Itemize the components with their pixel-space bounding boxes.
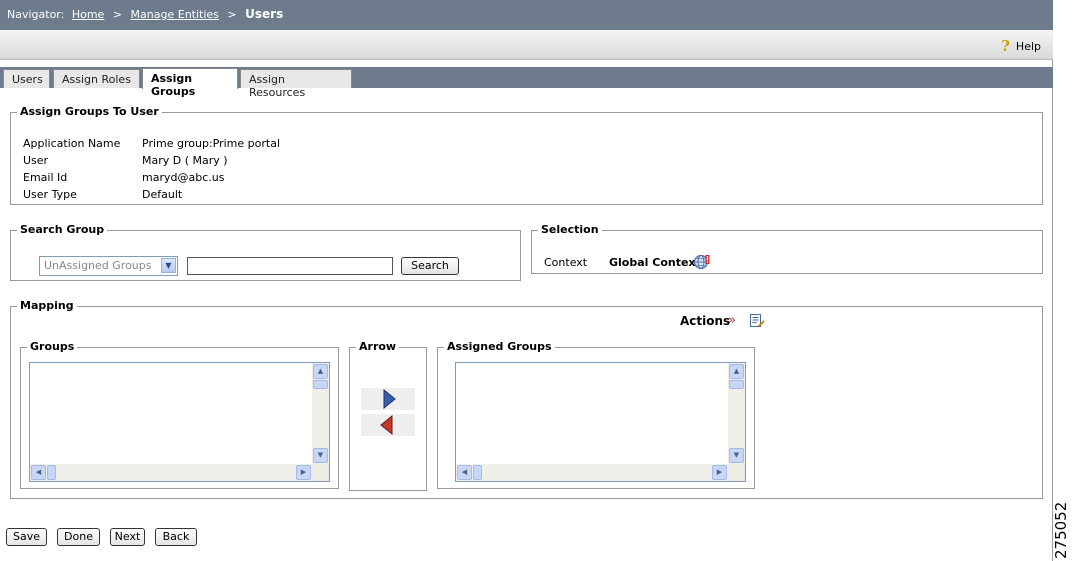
search-group-title: Search Group [17, 223, 108, 236]
group-filter-dropdown[interactable]: UnAssigned Groups ▼ [39, 256, 178, 276]
question-mark-icon: ? [1001, 37, 1010, 55]
info-row-email: Email Id maryd@abc.us [23, 171, 224, 184]
search-group-panel: Search Group UnAssigned Groups ▼ Search [10, 223, 521, 281]
info-label: Email Id [23, 171, 68, 184]
scroll-up-icon[interactable]: ▲ [729, 364, 744, 379]
scroll-thumb[interactable] [313, 380, 328, 389]
info-value: Default [142, 188, 183, 201]
move-right-button[interactable] [361, 388, 415, 410]
arrow-right-icon [383, 388, 396, 410]
groups-listbox[interactable]: ▲ ▼ ◀ ▶ [29, 362, 330, 482]
arrow-left-icon [380, 414, 393, 436]
info-label: Application Name [23, 137, 121, 150]
breadcrumb-separator: > [227, 8, 237, 21]
actions-label[interactable]: Actions [680, 314, 730, 328]
info-row-user: User Mary D ( Mary ) [23, 154, 228, 167]
info-value: Mary D ( Mary ) [142, 154, 228, 167]
horizontal-scrollbar[interactable]: ◀ ▶ [456, 464, 728, 481]
navigator-bar: Navigator: Home > Manage Entities > User… [0, 0, 1053, 30]
actions-chevron-icon[interactable]: » [728, 313, 736, 328]
next-button[interactable]: Next [110, 528, 145, 546]
group-filter-value: UnAssigned Groups [44, 259, 152, 272]
scroll-thumb[interactable] [729, 380, 744, 389]
breadcrumb-manage-entities[interactable]: Manage Entities [131, 8, 219, 21]
info-row-user-type: User Type Default [23, 188, 182, 201]
info-label: User [23, 154, 49, 167]
scroll-corner [312, 464, 329, 481]
groups-panel: Groups ▲ ▼ ◀ ▶ [20, 340, 339, 489]
move-left-button[interactable] [361, 414, 415, 436]
navigator-label: Navigator: [7, 8, 65, 21]
selection-panel: Selection Context Global Context [531, 223, 1043, 274]
info-value: Prime group:Prime portal [142, 137, 280, 150]
arrow-panel: Arrow [349, 340, 427, 491]
assigned-groups-listbox[interactable]: ▲ ▼ ◀ ▶ [455, 362, 746, 482]
info-label: User Type [23, 188, 77, 201]
breadcrumb-separator: > [112, 8, 123, 21]
mapping-panel: Mapping Actions » Groups ▲ ▼ ◀ ▶ Arrow A… [10, 299, 1043, 499]
breadcrumb-current: Users [245, 7, 284, 21]
scroll-left-icon[interactable]: ◀ [31, 465, 46, 480]
help-bar: ? Help [0, 30, 1053, 60]
save-button[interactable]: Save [6, 528, 47, 546]
tab-assign-groups[interactable]: Assign Groups [142, 68, 238, 98]
assigned-groups-title: Assigned Groups [444, 340, 555, 353]
scroll-thumb[interactable] [47, 465, 56, 480]
assigned-groups-panel: Assigned Groups ▲ ▼ ◀ ▶ [437, 340, 755, 489]
scroll-thumb[interactable] [473, 465, 482, 480]
vertical-scrollbar[interactable]: ▲ ▼ [728, 363, 745, 464]
arrow-title: Arrow [356, 340, 400, 353]
scroll-down-icon[interactable]: ▼ [729, 448, 744, 463]
assign-groups-panel: Assign Groups To User Application Name Pr… [10, 105, 1043, 205]
breadcrumb-home[interactable]: Home [72, 8, 104, 21]
context-label: Context [544, 256, 588, 269]
assign-groups-title: Assign Groups To User [17, 105, 162, 118]
scroll-right-icon[interactable]: ▶ [712, 465, 727, 480]
search-button[interactable]: Search [401, 257, 459, 275]
context-value: Global Context [609, 256, 701, 269]
chevron-down-icon: ▼ [161, 258, 176, 273]
tab-assign-roles[interactable]: Assign Roles [53, 69, 140, 88]
edit-actions-icon[interactable] [749, 313, 765, 332]
scroll-corner [728, 464, 745, 481]
scroll-down-icon[interactable]: ▼ [313, 448, 328, 463]
app-window: Navigator: Home > Manage Entities > User… [0, 0, 1053, 561]
info-value: maryd@abc.us [142, 171, 225, 184]
vertical-scrollbar[interactable]: ▲ ▼ [312, 363, 329, 464]
groups-title: Groups [27, 340, 78, 353]
horizontal-scrollbar[interactable]: ◀ ▶ [30, 464, 312, 481]
globe-alert-icon[interactable] [693, 253, 711, 274]
tab-assign-resources[interactable]: Assign Resources [240, 69, 352, 99]
scroll-right-icon[interactable]: ▶ [296, 465, 311, 480]
scroll-up-icon[interactable]: ▲ [313, 364, 328, 379]
help-label: Help [1015, 39, 1041, 53]
figure-number: 275052 [1052, 501, 1070, 559]
selection-title: Selection [538, 223, 602, 236]
tab-users[interactable]: Users [3, 69, 50, 88]
back-button[interactable]: Back [155, 528, 197, 546]
info-row-application: Application Name Prime group:Prime portal [23, 137, 280, 150]
tab-strip: Users Assign Roles Assign Groups Assign … [0, 67, 1053, 99]
mapping-title: Mapping [17, 299, 77, 312]
search-input[interactable] [187, 257, 393, 275]
scroll-left-icon[interactable]: ◀ [457, 465, 472, 480]
help-link[interactable]: ? Help [1001, 37, 1041, 55]
done-button[interactable]: Done [57, 528, 100, 546]
